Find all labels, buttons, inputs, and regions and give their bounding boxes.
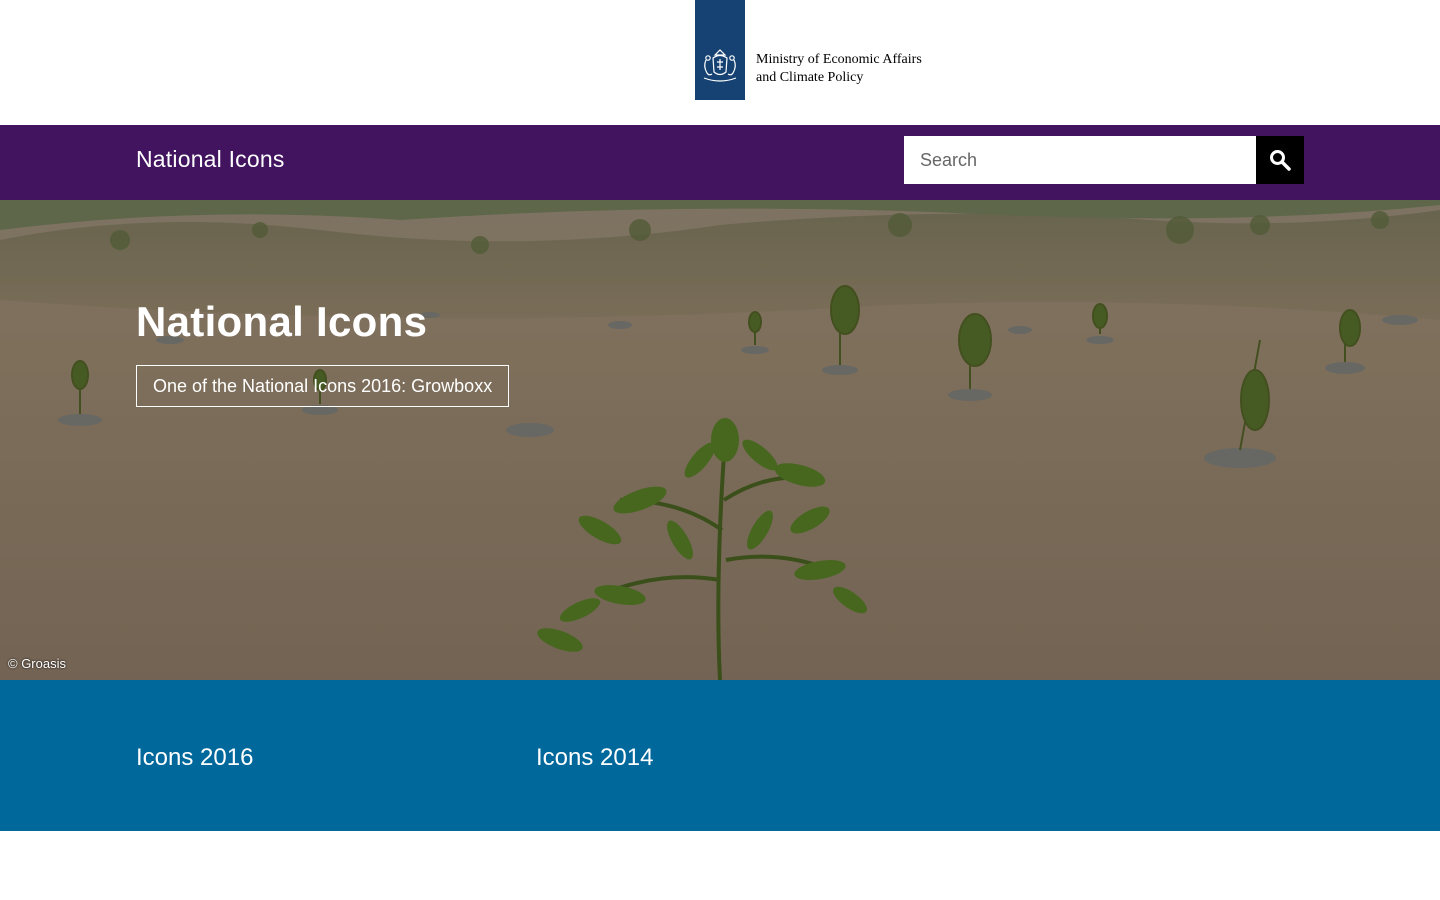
search-button[interactable] [1256,136,1304,184]
hero-title: National Icons [136,298,428,345]
ministry-name: Ministry of Economic Affairs and Climate… [756,51,922,86]
search-icon [1270,150,1291,171]
top-header: Ministry of Economic Affairs and Climate… [0,0,1440,125]
icons-2014-link[interactable]: Icons 2014 [536,744,653,772]
ministry-logo-link[interactable] [695,0,745,100]
hero-overlay [0,200,1440,680]
ministry-name-line2: and Climate Policy [756,69,864,85]
site-title-link[interactable]: National Icons [136,146,285,173]
icons-year-section: Icons 2016 Icons 2014 [0,680,1440,831]
search-input[interactable] [904,136,1256,184]
ministry-name-line1: Ministry of Economic Affairs [756,52,922,67]
image-credit: © Groasis [8,656,66,671]
site-navbar: National Icons [0,125,1440,200]
coat-of-arms-icon [703,49,737,82]
icons-2016-link[interactable]: Icons 2016 [136,744,253,772]
hero-banner: National Icons One of the National Icons… [0,200,1440,680]
hero-feature-link[interactable]: One of the National Icons 2016: Growboxx [136,365,510,407]
